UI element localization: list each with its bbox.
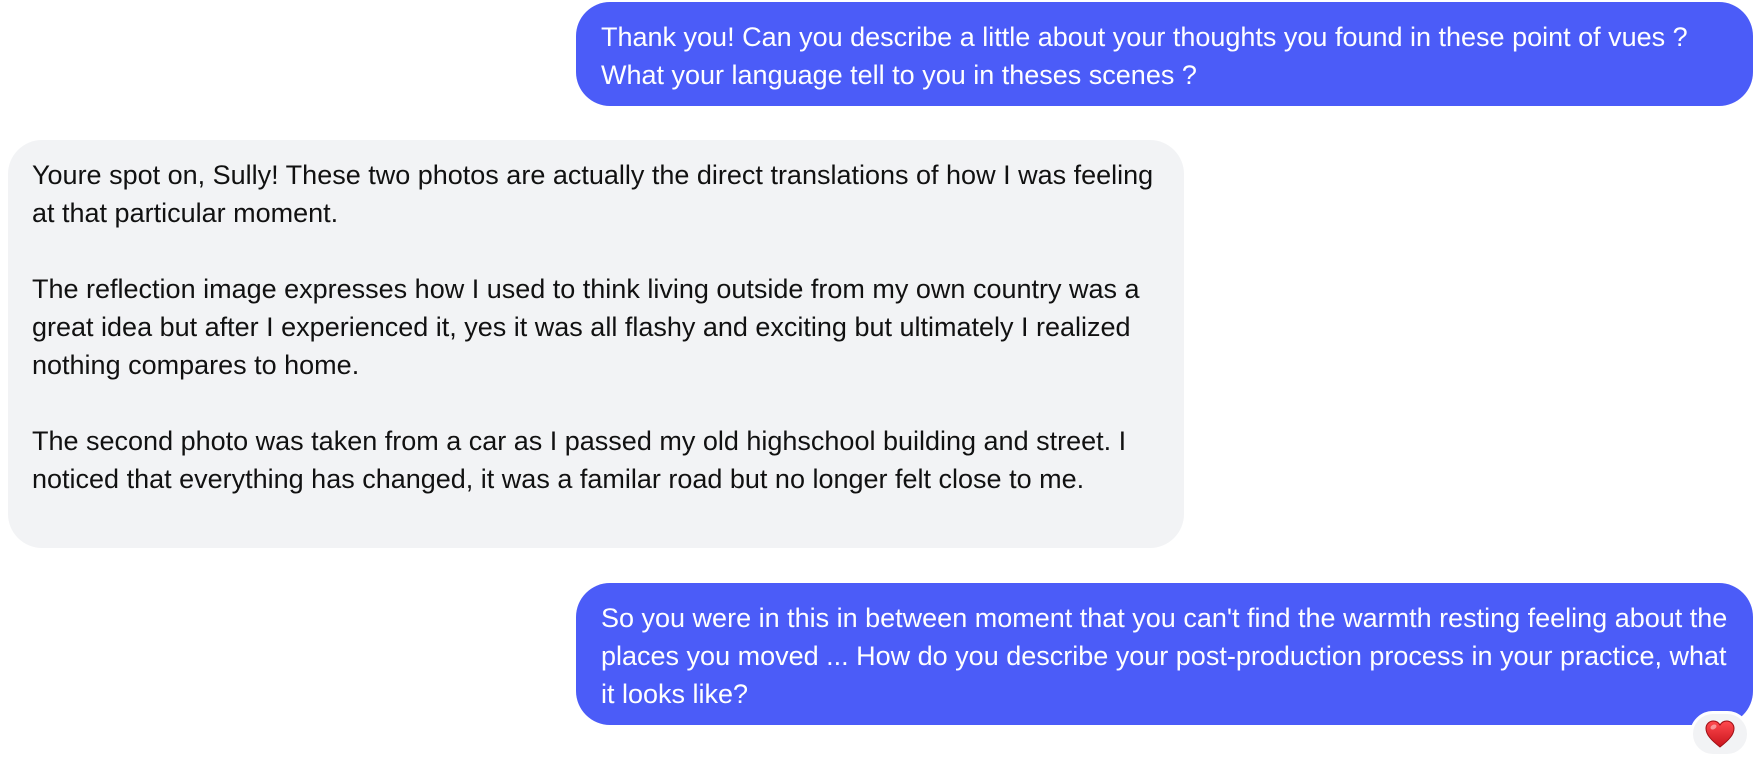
red-heart-icon	[1705, 720, 1735, 748]
outgoing-message-bubble[interactable]: So you were in this in between moment th…	[576, 583, 1753, 725]
message-reaction-badge[interactable]	[1690, 711, 1750, 757]
incoming-message-bubble[interactable]: Youre spot on, Sully! These two photos a…	[8, 140, 1184, 548]
outgoing-message-bubble[interactable]: Thank you! Can you describe a little abo…	[576, 2, 1753, 106]
